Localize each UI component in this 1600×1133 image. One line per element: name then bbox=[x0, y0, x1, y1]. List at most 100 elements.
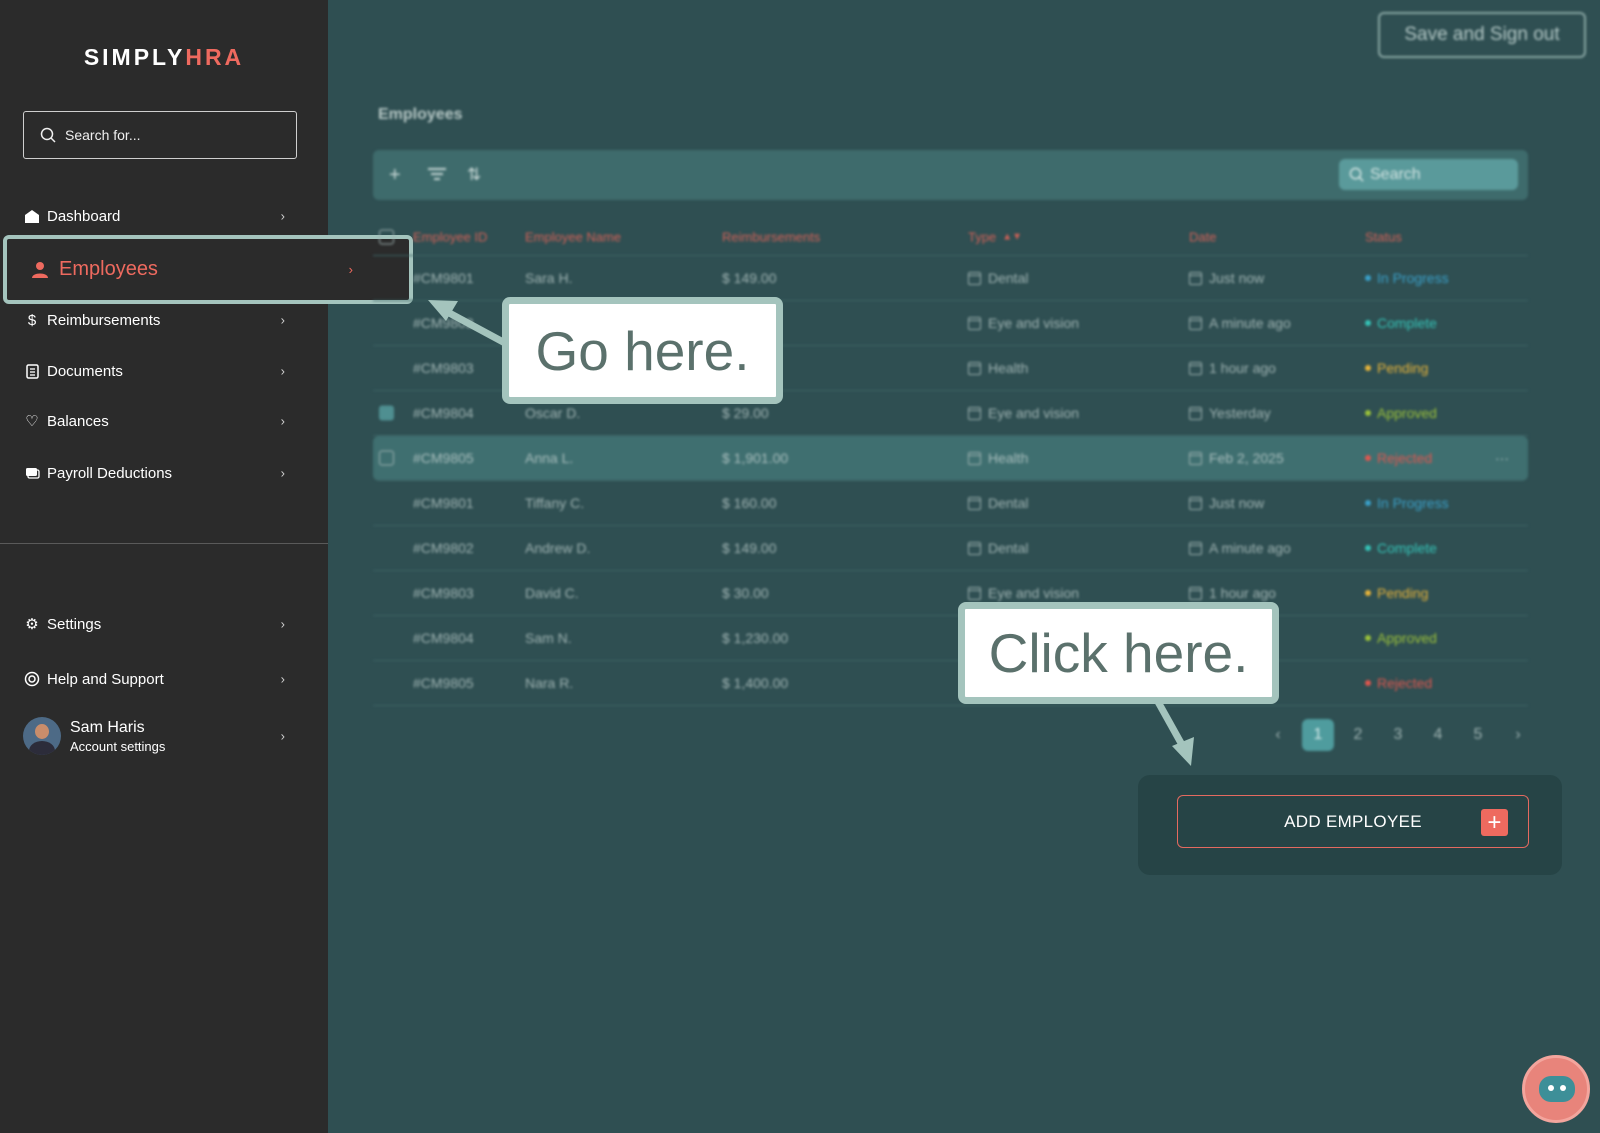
more-options-icon[interactable]: ··· bbox=[1495, 450, 1509, 466]
add-employee-button[interactable]: ADD EMPLOYEE + bbox=[1177, 795, 1529, 848]
calendar-icon bbox=[968, 406, 981, 420]
select-all-checkbox[interactable] bbox=[379, 229, 394, 244]
row-checkbox[interactable] bbox=[379, 405, 394, 421]
save-and-sign-out-button[interactable]: Save and Sign out bbox=[1378, 12, 1586, 58]
lifebuoy-icon bbox=[23, 671, 41, 687]
column-header[interactable]: Employee ID bbox=[413, 229, 487, 244]
app-logo[interactable]: SIMPLYHRA bbox=[0, 44, 328, 71]
reimbursement-amount: $ 160.00 bbox=[722, 495, 777, 511]
reimbursement-amount: $ 149.00 bbox=[722, 270, 777, 286]
sidebar-item-documents[interactable]: Documents › bbox=[23, 361, 285, 381]
avatar bbox=[23, 717, 61, 755]
table-row[interactable]: #CM9805 Anna L. $ 1,901.00 Health Feb 2, 202… bbox=[373, 436, 1528, 481]
sort-icon[interactable]: ⇅ bbox=[467, 164, 481, 186]
sidebar: SIMPLYHRA Search for... Dashboard › Empl… bbox=[0, 0, 413, 1133]
row-checkbox[interactable] bbox=[379, 450, 394, 466]
type-cell: Eye and vision bbox=[968, 405, 1079, 421]
sort-icon: ▲▼ bbox=[1002, 231, 1022, 242]
status-badge: In Progress bbox=[1365, 270, 1449, 286]
table-row[interactable]: #CM9804 Sam N. $ 1,230.00 Approved bbox=[373, 616, 1528, 661]
column-header[interactable]: Date bbox=[1189, 229, 1216, 244]
payroll-icon bbox=[23, 467, 41, 479]
calendar-icon bbox=[968, 496, 981, 510]
page-button[interactable]: 4 bbox=[1422, 719, 1454, 751]
status-badge: Approved bbox=[1365, 405, 1437, 421]
user-name: Sam Haris bbox=[70, 718, 145, 736]
chevron-right-icon: › bbox=[280, 208, 285, 224]
column-header[interactable]: Status bbox=[1365, 229, 1402, 244]
employee-id: #CM9801 bbox=[413, 495, 474, 511]
employee-name: Sam N. bbox=[525, 630, 572, 646]
table-row[interactable]: #CM9802 Andrew D. $ 149.00 Dental A minute a… bbox=[373, 526, 1528, 571]
employee-name: Nara R. bbox=[525, 675, 574, 691]
table-row[interactable]: #CM9805 Nara R. $ 1,400.00 Rejected bbox=[373, 661, 1528, 706]
table-search-input[interactable]: Search bbox=[1339, 159, 1518, 190]
employee-name: Anna L. bbox=[525, 450, 574, 466]
date-cell: 1 hour ago bbox=[1189, 360, 1276, 376]
page-button[interactable]: 1 bbox=[1302, 719, 1334, 751]
date-cell: Feb 2, 2025 bbox=[1189, 450, 1284, 466]
chevron-right-icon: › bbox=[280, 413, 285, 429]
sidebar-divider bbox=[0, 543, 328, 544]
column-header-type[interactable]: Type ▲▼ bbox=[968, 229, 1022, 244]
status-badge: Pending bbox=[1365, 360, 1428, 376]
go-here-callout: Go here. bbox=[502, 297, 783, 404]
table-row[interactable]: #CM9801 Sara H. $ 149.00 Dental Just now In P… bbox=[373, 256, 1528, 301]
table-row[interactable]: #CM9803 David C. $ 30.00 Eye and vision 1 ho… bbox=[373, 571, 1528, 616]
date-cell: Just now bbox=[1189, 270, 1264, 286]
chevron-right-icon: › bbox=[280, 363, 285, 379]
table-row[interactable]: #CM9801 Tiffany C. $ 160.00 Dental Just now I… bbox=[373, 481, 1528, 526]
date-cell: A minute ago bbox=[1189, 540, 1291, 556]
pagination: ‹ 12345 › bbox=[1262, 719, 1542, 751]
sidebar-search-input[interactable]: Search for... bbox=[23, 111, 297, 159]
next-page-button[interactable]: › bbox=[1502, 719, 1534, 751]
sidebar-item-payroll-deductions[interactable]: Payroll Deductions › bbox=[23, 463, 285, 483]
gear-icon: ⚙ bbox=[25, 616, 39, 633]
filter-icon[interactable] bbox=[427, 164, 447, 186]
employees-table: Employee ID Employee Name Reimbursements… bbox=[373, 218, 1528, 706]
reimbursement-amount: $ 149.00 bbox=[722, 540, 777, 556]
date-cell: A minute ago bbox=[1189, 315, 1291, 331]
search-icon bbox=[1349, 167, 1364, 182]
reimbursement-amount: $ 30.00 bbox=[722, 585, 769, 601]
sidebar-item-reimbursements[interactable]: $ Reimbursements › bbox=[23, 310, 285, 330]
status-badge: Approved bbox=[1365, 630, 1437, 646]
column-header[interactable]: Reimbursements bbox=[722, 229, 820, 244]
page-button[interactable]: 3 bbox=[1382, 719, 1414, 751]
employee-id: #CM9802 bbox=[413, 315, 474, 331]
type-cell: Eye and vision bbox=[968, 585, 1079, 601]
calendar-icon bbox=[968, 316, 981, 330]
type-cell: Dental bbox=[968, 540, 1028, 556]
calendar-icon bbox=[968, 271, 981, 285]
employee-name: Andrew D. bbox=[525, 540, 591, 556]
add-icon[interactable]: + bbox=[389, 164, 401, 186]
page-button[interactable]: 5 bbox=[1462, 719, 1494, 751]
chevron-right-icon: › bbox=[280, 671, 285, 687]
calendar-icon bbox=[1189, 451, 1202, 465]
sidebar-item-employees[interactable]: Employees › bbox=[3, 235, 413, 304]
sidebar-item-help-and-support[interactable]: Help and Support › bbox=[23, 669, 285, 689]
sidebar-item-dashboard[interactable]: Dashboard › bbox=[23, 206, 285, 226]
search-placeholder: Search for... bbox=[65, 127, 141, 143]
calendar-icon bbox=[1189, 406, 1202, 420]
person-icon bbox=[32, 261, 48, 278]
sidebar-item-balances[interactable]: ♡ Balances › bbox=[23, 411, 285, 431]
column-header[interactable]: Employee Name bbox=[525, 229, 621, 244]
status-badge: Rejected bbox=[1365, 450, 1432, 466]
page-button[interactable]: 2 bbox=[1342, 719, 1374, 751]
chat-support-icon[interactable] bbox=[1522, 1055, 1590, 1123]
reimbursement-amount: $ 1,901.00 bbox=[722, 450, 789, 466]
calendar-icon bbox=[968, 586, 981, 600]
calendar-icon bbox=[1189, 271, 1202, 285]
chevron-right-icon: › bbox=[280, 616, 285, 632]
employee-id: #CM9805 bbox=[413, 450, 474, 466]
previous-page-button[interactable]: ‹ bbox=[1262, 719, 1294, 751]
sidebar-item-settings[interactable]: ⚙ Settings › bbox=[23, 614, 285, 634]
account-settings[interactable]: Sam Haris Account settings › bbox=[23, 716, 285, 756]
calendar-icon bbox=[1189, 316, 1202, 330]
employee-id: #CM9803 bbox=[413, 585, 474, 601]
type-cell: Health bbox=[968, 360, 1028, 376]
calendar-icon bbox=[1189, 541, 1202, 555]
status-badge: Rejected bbox=[1365, 675, 1432, 691]
plus-icon: + bbox=[1481, 809, 1508, 836]
